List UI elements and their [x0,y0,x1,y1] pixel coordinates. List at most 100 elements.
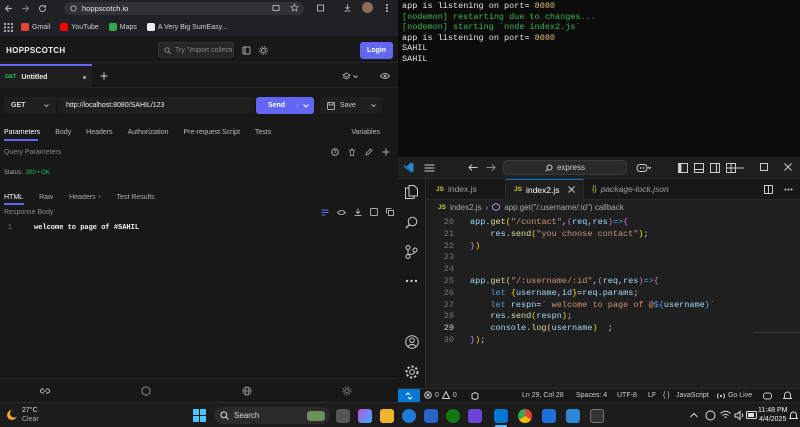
add-param-plus-icon[interactable] [382,148,390,156]
layers-icon[interactable] [342,72,351,81]
back-icon[interactable] [4,4,13,13]
bookmark-maps[interactable]: Maps [108,23,137,31]
word-icon[interactable] [542,409,556,423]
teams-icon[interactable] [468,409,482,423]
wifi-icon[interactable] [720,410,731,420]
extensions-icon[interactable] [316,3,325,12]
tab-package-lock-json[interactable]: {} package-lock.json [584,179,677,200]
tab-pre-request-script[interactable]: Pre-request Script [183,129,239,136]
more-dots-icon[interactable] [405,279,418,283]
account-icon[interactable] [405,335,419,349]
problems-indicator[interactable]: 0 0 [424,391,457,399]
trash-icon[interactable] [348,148,356,156]
wrap-lines-icon[interactable] [321,209,329,216]
chevron-down-icon[interactable] [303,103,309,108]
edit-icon[interactable] [365,148,373,156]
customize-layout-icon[interactable] [726,163,736,173]
chevron-down-icon[interactable] [353,74,358,79]
tab-parameters[interactable]: Parameters [4,129,40,136]
remote-indicator[interactable] [398,389,420,403]
tab-html[interactable]: HTML [4,194,23,201]
tab-authorization[interactable]: Authorization [128,129,169,136]
tab-body[interactable]: Body [55,129,71,136]
settings-icon[interactable] [342,386,352,396]
maximize-icon[interactable] [760,163,768,171]
weather-widget[interactable]: 27°C Clear [6,406,39,424]
split-editor-icon[interactable] [764,185,773,194]
notifications-icon[interactable] [789,411,798,420]
response-body-viewer[interactable]: 1 welcome to page of #SAHIL [0,220,398,380]
windows-start-icon[interactable] [193,409,206,422]
manage-gear-icon[interactable] [405,365,419,379]
tab-index-js[interactable]: JS index.js [426,178,506,200]
help-icon[interactable] [331,148,339,156]
request-url-input[interactable]: http://localhost:8080/SAHIL/123 [58,97,254,114]
taskbar-search[interactable]: Search [214,407,330,424]
site-info-icon[interactable] [70,5,77,12]
link-icon[interactable] [40,387,50,395]
forward-icon[interactable] [21,4,30,13]
indentation[interactable]: Spaces: 4 [576,392,607,399]
end-of-line[interactable]: LF [648,392,656,399]
search-icon[interactable] [405,216,418,229]
save-button[interactable]: Save [320,97,382,114]
cast-icon[interactable] [272,4,280,12]
profile-avatar[interactable] [362,2,373,13]
nav-forward-icon[interactable] [486,163,496,172]
globe-icon[interactable] [242,386,252,396]
settings-gear-icon[interactable] [259,46,268,55]
show-hidden-icons-chevron[interactable] [690,412,698,418]
explorer-files-icon[interactable] [405,185,418,199]
method-select[interactable]: GET [4,97,56,114]
chrome-icon[interactable] [518,409,532,423]
toggle-panel-icon[interactable] [694,163,704,173]
close-tab-icon[interactable] [568,186,575,193]
reload-icon[interactable] [38,4,47,13]
chevron-down-icon[interactable] [371,103,376,108]
nav-back-icon[interactable] [468,163,478,172]
tab-untitled[interactable]: GET Untitled [0,64,92,88]
cursor-position[interactable]: Ln 29, Col 28 [522,392,564,399]
eye-icon[interactable] [380,72,390,80]
tab-tests[interactable]: Tests [255,129,271,136]
tab-test-results[interactable]: Test Results [117,194,155,201]
new-tab-plus-icon[interactable] [100,72,108,80]
tab-variables[interactable]: Variables [351,129,380,136]
breadcrumb-symbol[interactable]: app.get("/:username/:id") callback [504,203,624,212]
source-control-icon[interactable] [405,245,418,259]
bookmark-star-icon[interactable] [290,3,299,12]
minimize-icon[interactable] [736,167,745,169]
tab-raw[interactable]: Raw [39,194,53,201]
bookmark-youtube[interactable]: YouTube [60,23,99,31]
go-live-button[interactable]: Go Live [728,392,752,399]
volume-icon[interactable] [734,410,745,421]
terminal-output[interactable]: app is listening on port= 8080 [nodemon]… [398,0,800,157]
address-bar[interactable]: hoppscotch.io [64,2,304,15]
menu-icon[interactable] [385,3,389,13]
apps-grid-icon[interactable] [4,22,13,32]
downloads-icon[interactable] [343,3,352,12]
tab-index2-js[interactable]: JS index2.js [506,178,584,200]
tab-headers[interactable]: Headers [86,129,112,136]
bookmark-sumeasy[interactable]: A Very Big SumEasy... [146,23,227,31]
download-icon[interactable] [354,208,362,216]
close-icon[interactable] [784,163,792,171]
battery-icon[interactable] [746,411,758,419]
preview-eye-icon[interactable] [337,209,346,216]
copy-icon[interactable] [386,208,394,216]
more-actions-icon[interactable] [784,188,793,191]
xbox-icon[interactable] [446,409,460,423]
command-center-search[interactable]: express [503,160,627,175]
send-button[interactable]: Send [256,97,314,114]
system-clock[interactable]: 11:48 PM 4/4/2025 [758,406,787,424]
toggle-sidebar-icon[interactable] [678,163,688,173]
search-input[interactable]: Try "Import collecti [158,42,234,58]
vscode-taskbar-icon[interactable] [494,409,508,423]
bookmark-gmail[interactable]: Gmail [21,23,50,31]
copilot-status-icon[interactable] [763,391,772,400]
graphql-icon[interactable] [141,386,151,396]
tab-response-headers[interactable]: Headers [69,194,95,201]
ports-icon[interactable] [471,392,479,400]
notifications-bell-icon[interactable] [783,391,792,400]
edge-icon[interactable] [402,409,416,423]
